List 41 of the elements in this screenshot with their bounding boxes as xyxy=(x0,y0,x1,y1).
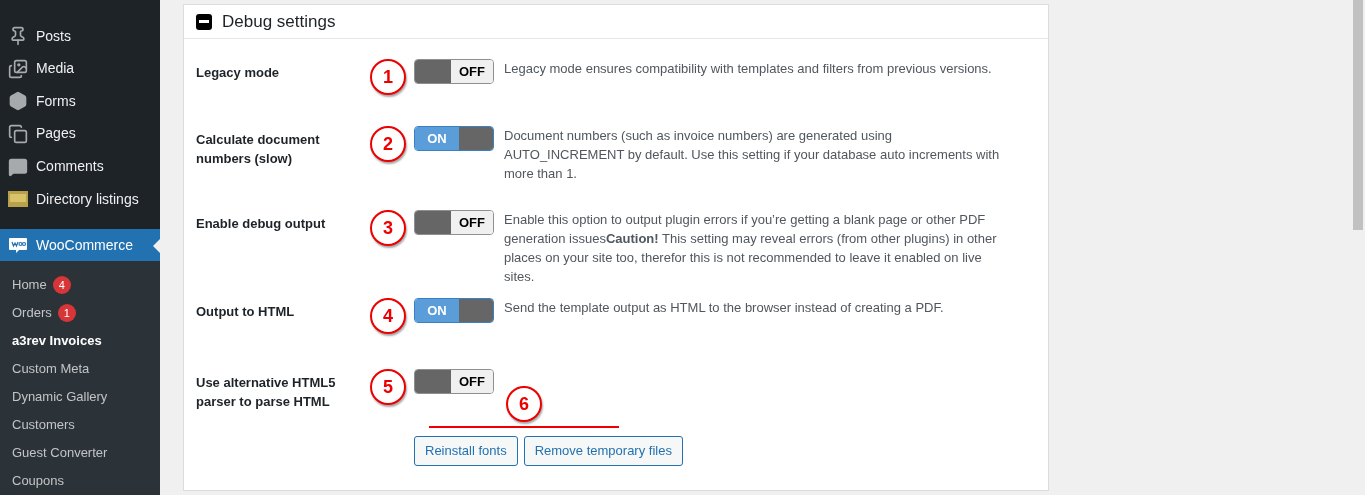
count-badge: 1 xyxy=(57,304,76,322)
submenu-item[interactable]: Customers xyxy=(0,411,160,439)
setting-label: Output to HTML xyxy=(196,303,296,321)
panel-title: Debug settings xyxy=(222,10,336,33)
submenu-item[interactable]: Dynamic Gallery xyxy=(0,383,160,411)
sidebar-item-active[interactable]: WooCommerce xyxy=(0,229,160,261)
setting-description: Legacy mode ensures compatibility with templates and filters from previous versions. xyxy=(504,60,992,78)
submenu-item[interactable]: Custom Meta xyxy=(0,355,160,383)
setting-label: Enable debug output xyxy=(196,215,327,233)
toggle-switch[interactable]: OFF xyxy=(414,210,494,235)
setting-description: Enable this option to output plugin errors if you’re getting a blank page or other PDF generation issuesCaution! This setting may reveal errors (from other plugins) in other places on your site too, therefor this is not recommended to leave it enabled on live sites. xyxy=(504,211,998,286)
sidebar-item[interactable]: Comments xyxy=(0,150,160,183)
secondary-button[interactable]: Reinstall fonts xyxy=(414,436,518,466)
sidebar-item[interactable]: Media xyxy=(0,52,160,86)
toggle-switch[interactable]: OFF xyxy=(414,59,494,84)
toggle-switch[interactable]: OFF xyxy=(414,369,494,394)
submenu-item[interactable]: Guest Converter xyxy=(0,439,160,467)
submenu-item[interactable]: Home 4 xyxy=(0,271,160,299)
pages-icon xyxy=(8,123,28,144)
setting-description: Send the template output as HTML to the browser instead of creating a PDF. xyxy=(504,299,944,317)
directory-icon xyxy=(8,189,28,210)
count-badge: 4 xyxy=(52,276,71,294)
secondary-button[interactable]: Remove temporary files xyxy=(523,436,683,466)
speech-bubble-icon xyxy=(8,156,28,177)
hexagon-icon xyxy=(8,91,28,112)
woo-icon xyxy=(8,235,28,256)
sidebar-item[interactable]: Pages xyxy=(0,117,160,151)
setting-label: Legacy mode xyxy=(196,64,281,82)
submenu-item[interactable]: a3rev Invoices xyxy=(0,327,160,355)
submenu-item[interactable]: Coupons xyxy=(0,467,160,495)
submenu-item[interactable]: Orders 1 xyxy=(0,299,160,327)
sidebar-item[interactable]: Posts xyxy=(0,20,160,53)
setting-label: Calculate document numbers (slow) xyxy=(196,131,321,168)
sidebar-item[interactable]: Forms xyxy=(0,85,160,118)
setting-label: Use alternative HTML5 parser to parse HTML xyxy=(196,374,337,409)
media-icon xyxy=(8,58,28,79)
pin-icon xyxy=(8,26,28,47)
setting-description: Document numbers (such as invoice numbers) are generated using AUTO_INCREMENT by default. Use this setting if your database auto increments with more than 1. xyxy=(504,127,1001,183)
sidebar-item[interactable]: Directory listings xyxy=(0,182,160,216)
collapse-icon[interactable] xyxy=(196,13,212,30)
current-menu-pointer xyxy=(153,239,160,254)
